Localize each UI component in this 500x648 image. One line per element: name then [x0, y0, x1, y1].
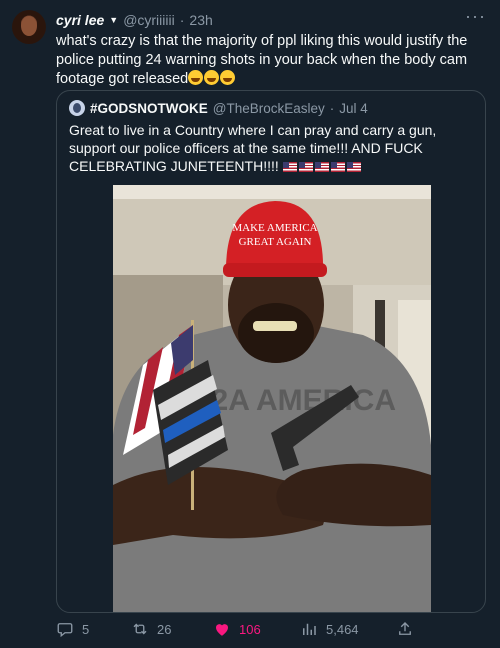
share-button[interactable]: [396, 620, 414, 638]
hat-text-line2: GREAT AGAIN: [239, 236, 312, 248]
us-flag-icon: [282, 162, 297, 172]
quoted-author-avatar: [69, 100, 85, 116]
quoted-author-name: #GODSNOTWOKE: [90, 100, 208, 116]
share-icon: [399, 622, 411, 635]
author-avatar[interactable]: [12, 10, 46, 44]
retweet-button[interactable]: 26: [131, 620, 171, 638]
reply-icon: [57, 623, 73, 638]
quoted-tweet-text-content: Great to live in a Country where I can p…: [69, 122, 437, 174]
quoted-author-handle: @TheBrockEasley: [212, 100, 325, 116]
hat-text-line1: MAKE AMERICA: [232, 222, 317, 234]
retweet-count: 26: [157, 621, 172, 637]
loudly-crying-face-icon: [204, 70, 220, 85]
tweet-text: what's crazy is that the majority of ppl…: [56, 32, 484, 89]
crying-face-emoji-group: [188, 70, 236, 87]
heart-icon: [216, 624, 228, 636]
quoted-tweet-text: Great to live in a Country where I can p…: [69, 121, 473, 175]
loudly-crying-face-icon: [220, 70, 236, 85]
us-flag-icon: [346, 162, 361, 172]
separator-dot: ·: [179, 12, 185, 28]
chevron-down-icon: ▼: [109, 15, 119, 25]
views-count: 5,464: [326, 621, 359, 637]
tweet[interactable]: cyri lee ▼ @cyriiiiii · 23h ··· what's c…: [0, 0, 500, 648]
views-chart-icon: [303, 623, 316, 635]
reply-button[interactable]: 5: [56, 620, 89, 638]
like-count: 106: [239, 621, 261, 637]
more-options-icon[interactable]: ···: [465, 6, 486, 27]
author-handle[interactable]: @cyriiiiii: [123, 12, 175, 28]
tweet-text-content: what's crazy is that the majority of ppl…: [56, 33, 468, 87]
views-button[interactable]: 5,464: [300, 620, 359, 638]
photo-illustration: MAKE AMERICA GREAT AGAIN 1A 2A AMERICA: [113, 185, 431, 612]
author-name[interactable]: cyri lee: [56, 12, 104, 28]
like-button[interactable]: 106: [213, 620, 261, 638]
us-flag-icon: [298, 162, 313, 172]
loudly-crying-face-icon: [188, 70, 204, 85]
quoted-tweet-date: Jul 4: [339, 100, 368, 116]
reply-count: 5: [82, 621, 90, 637]
separator-dot: ·: [329, 100, 335, 116]
tweet-timestamp[interactable]: 23h: [189, 12, 212, 28]
quoted-tweet[interactable]: #GODSNOTWOKE @TheBrockEasley · Jul 4 Gre…: [56, 90, 486, 613]
quoted-tweet-header: #GODSNOTWOKE @TheBrockEasley · Jul 4: [69, 100, 368, 116]
us-flag-icon: [314, 162, 329, 172]
retweet-icon: [133, 623, 147, 635]
tweet-header: cyri lee ▼ @cyriiiiii · 23h: [56, 12, 213, 28]
quoted-tweet-photo[interactable]: MAKE AMERICA GREAT AGAIN 1A 2A AMERICA: [113, 185, 431, 612]
us-flag-icon: [330, 162, 345, 172]
tweet-actions: 5 26 106 5,464: [56, 620, 486, 642]
